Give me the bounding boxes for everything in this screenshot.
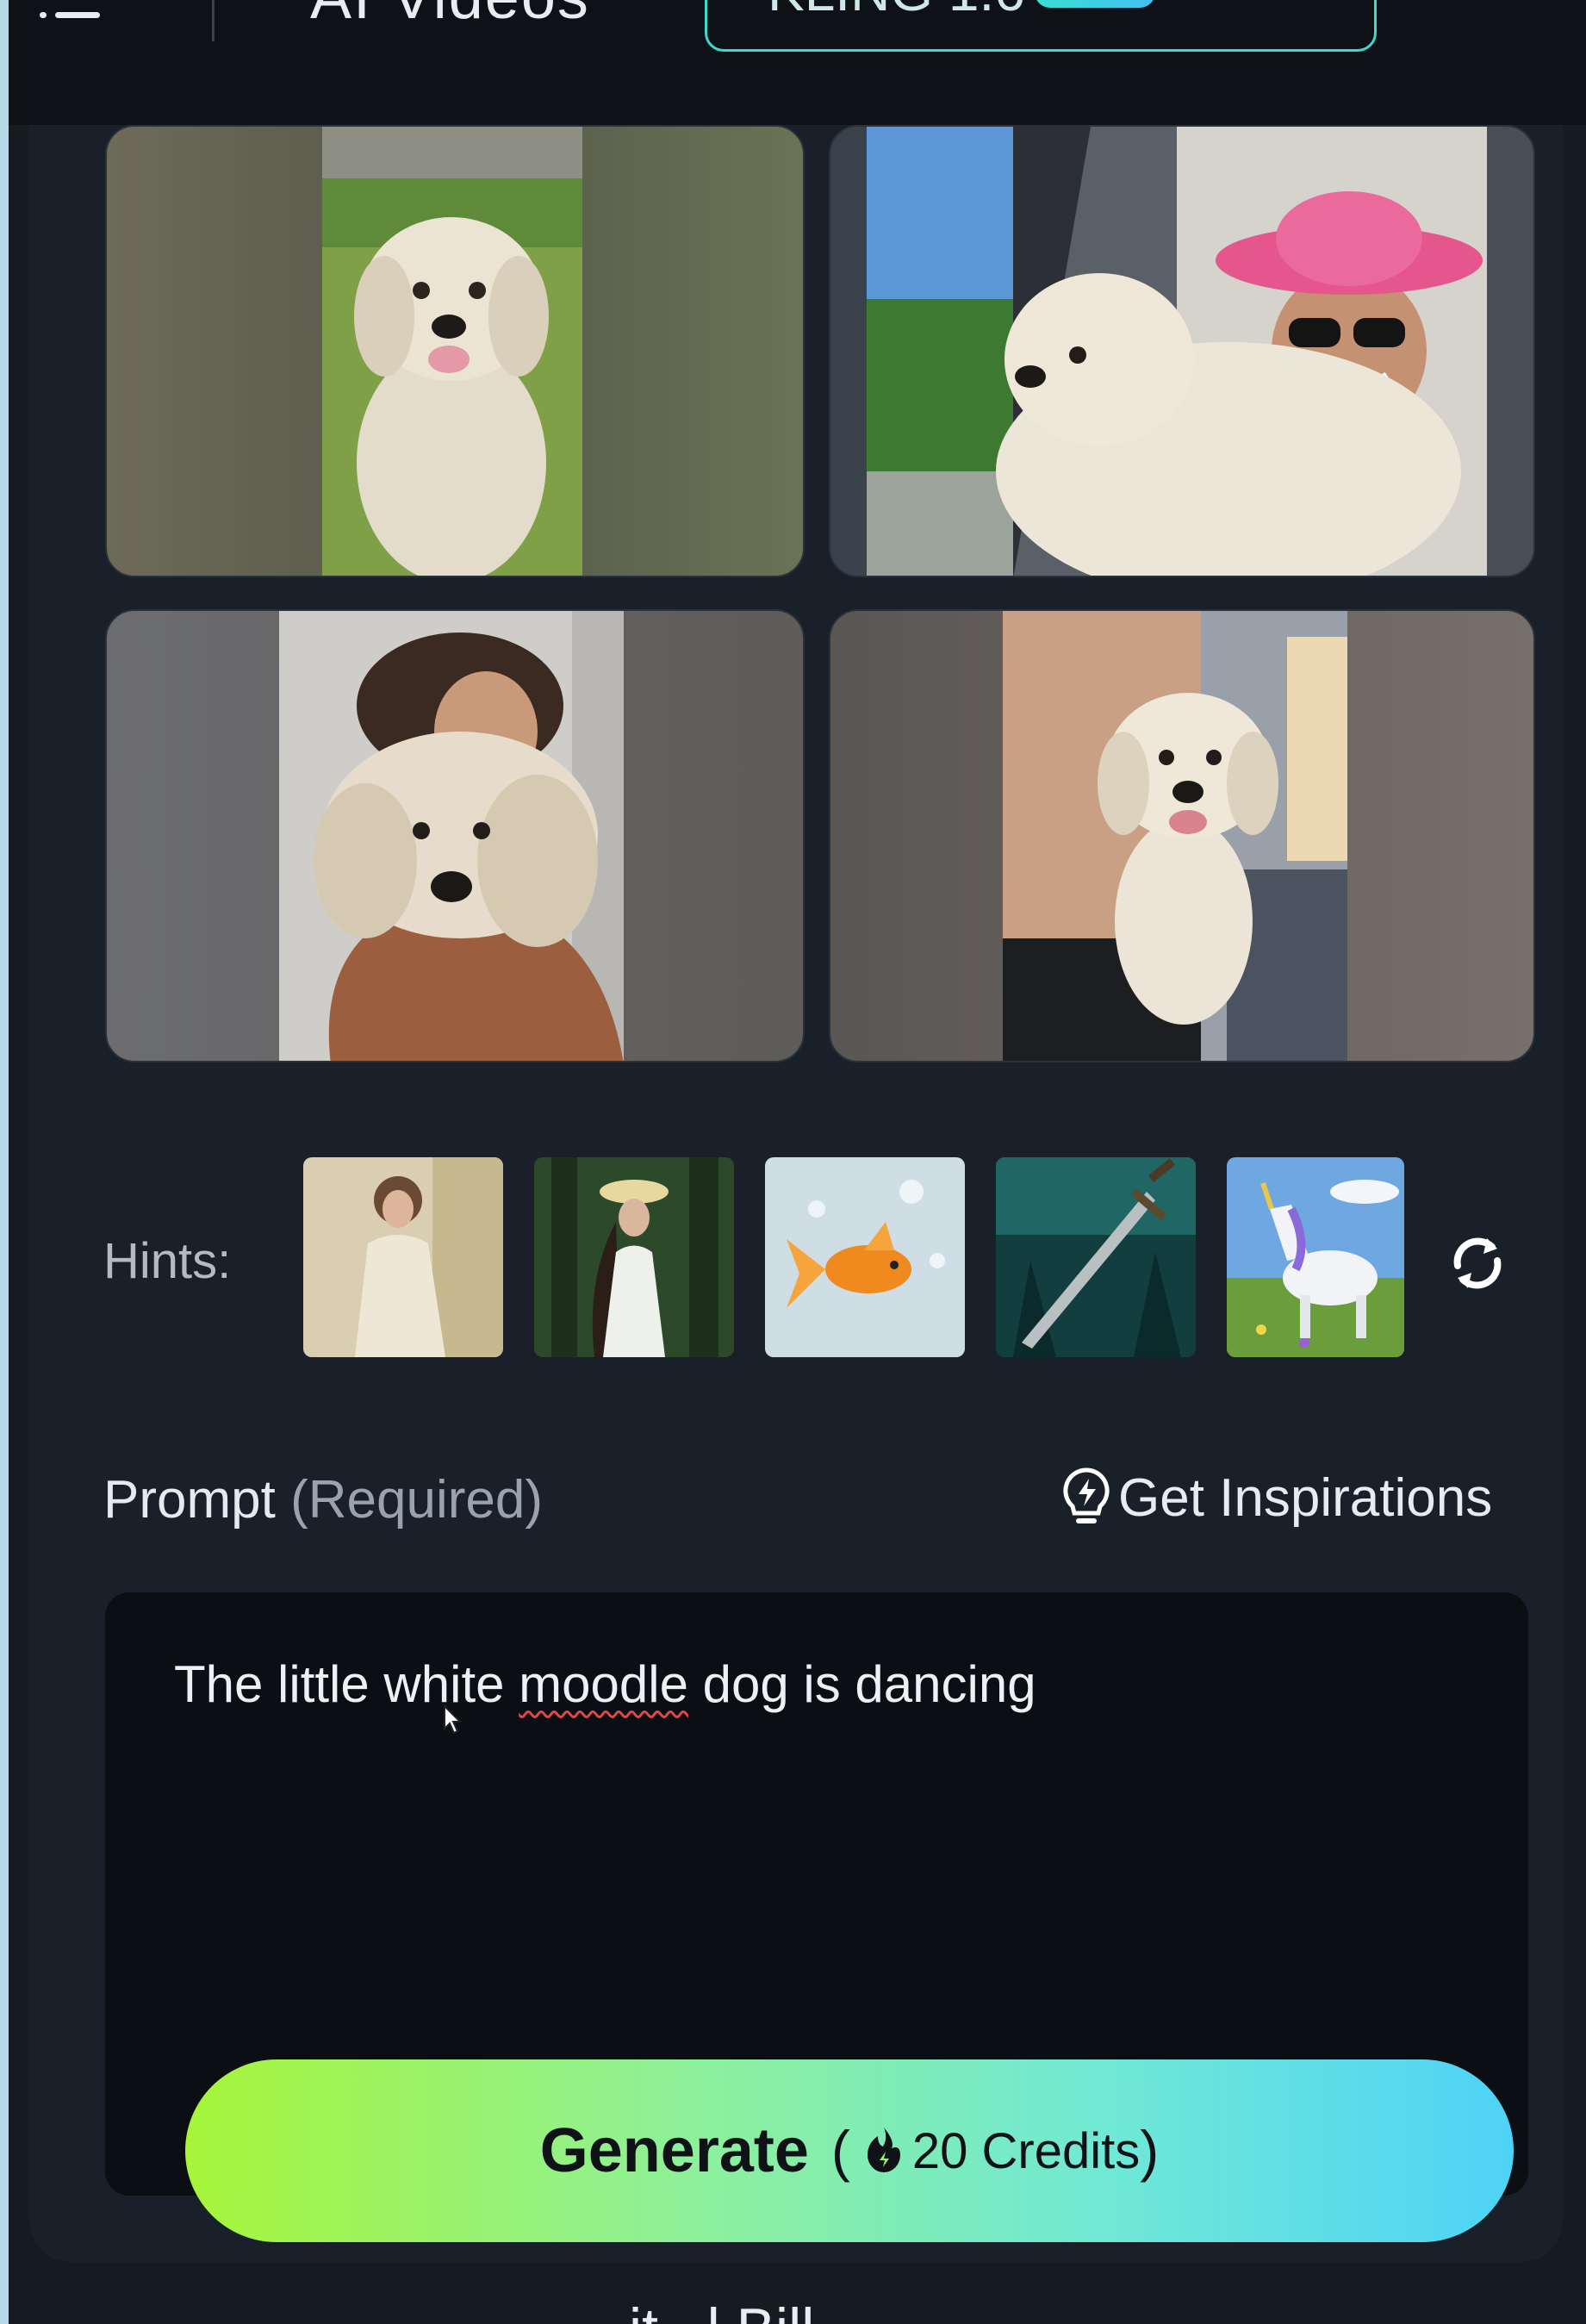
top-bar: AI Videos KLING 1.6 <box>9 0 1586 125</box>
credits-label: Credits <box>981 2122 1141 2179</box>
credits-amount: 20 <box>911 2122 968 2179</box>
generate-label: Generate <box>539 2116 809 2185</box>
uploaded-image-2[interactable] <box>829 125 1535 577</box>
generation-panel: Hints: Prompt (Required) Get Inspiration… <box>29 125 1563 2262</box>
hint-woman-forest-image <box>534 1157 734 1357</box>
uploaded-image-1[interactable] <box>105 125 805 577</box>
model-label: KLING 1.6 <box>768 0 1025 23</box>
credits-cost: ( 20 Credits ) <box>831 2118 1159 2184</box>
prompt-text: The little white moodle dog is dancing <box>174 1654 1036 1714</box>
hint-thumbnail-3[interactable] <box>765 1157 965 1357</box>
mouse-cursor-icon <box>444 1704 462 1735</box>
get-inspirations-button[interactable]: Get Inspirations <box>1061 1463 1492 1532</box>
app-screen: AI Videos KLING 1.6 <box>9 0 1586 2324</box>
hint-woman-robe-image <box>303 1157 503 1357</box>
uploaded-image-3[interactable] <box>105 609 805 1062</box>
hint-goldfish-image <box>765 1157 965 1357</box>
hints-label: Hints: <box>103 1233 232 1289</box>
dog-on-shoulder-photo <box>279 611 624 1061</box>
dog-with-woman-in-car-photo <box>867 127 1487 576</box>
hint-thumbnail-2[interactable] <box>534 1157 734 1357</box>
flame-icon <box>867 2128 900 2172</box>
lightbulb-icon <box>1063 1467 1110 1523</box>
generate-button[interactable]: Generate ( 20 Credits ) <box>185 2059 1514 2242</box>
prompt-misspelled-word: moodle <box>519 1655 688 1713</box>
menu-icon[interactable] <box>40 0 100 34</box>
footer-partial-text: it...l Bill <box>629 2296 814 2324</box>
prompt-label: Prompt (Required) <box>103 1469 543 1530</box>
refresh-icon[interactable] <box>1442 1228 1513 1299</box>
prompt-text-part-1: The little white <box>174 1655 519 1713</box>
credits-paren-open: ( <box>830 2119 850 2183</box>
model-selector[interactable]: KLING 1.6 <box>705 0 1377 52</box>
dog-held-by-man-photo <box>1003 611 1347 1061</box>
get-inspirations-label: Get Inspirations <box>1118 1467 1493 1528</box>
hint-thumbnail-4[interactable] <box>996 1157 1196 1357</box>
hint-thumbnail-5[interactable] <box>1227 1157 1404 1357</box>
prompt-text-part-2: dog is dancing <box>687 1655 1036 1713</box>
hint-sword-image <box>996 1157 1196 1357</box>
page-title: AI Videos <box>310 0 590 33</box>
header-divider <box>212 0 215 41</box>
prompt-required-note: (Required) <box>290 1470 543 1530</box>
credits-paren-close: ) <box>1140 2119 1160 2183</box>
dog-on-grass-photo <box>322 127 582 576</box>
uploaded-image-4[interactable] <box>829 609 1535 1062</box>
hint-unicorn-image <box>1227 1157 1404 1357</box>
model-badge <box>1035 0 1155 8</box>
hint-thumbnail-1[interactable] <box>303 1157 503 1357</box>
prompt-title: Prompt <box>103 1470 276 1530</box>
